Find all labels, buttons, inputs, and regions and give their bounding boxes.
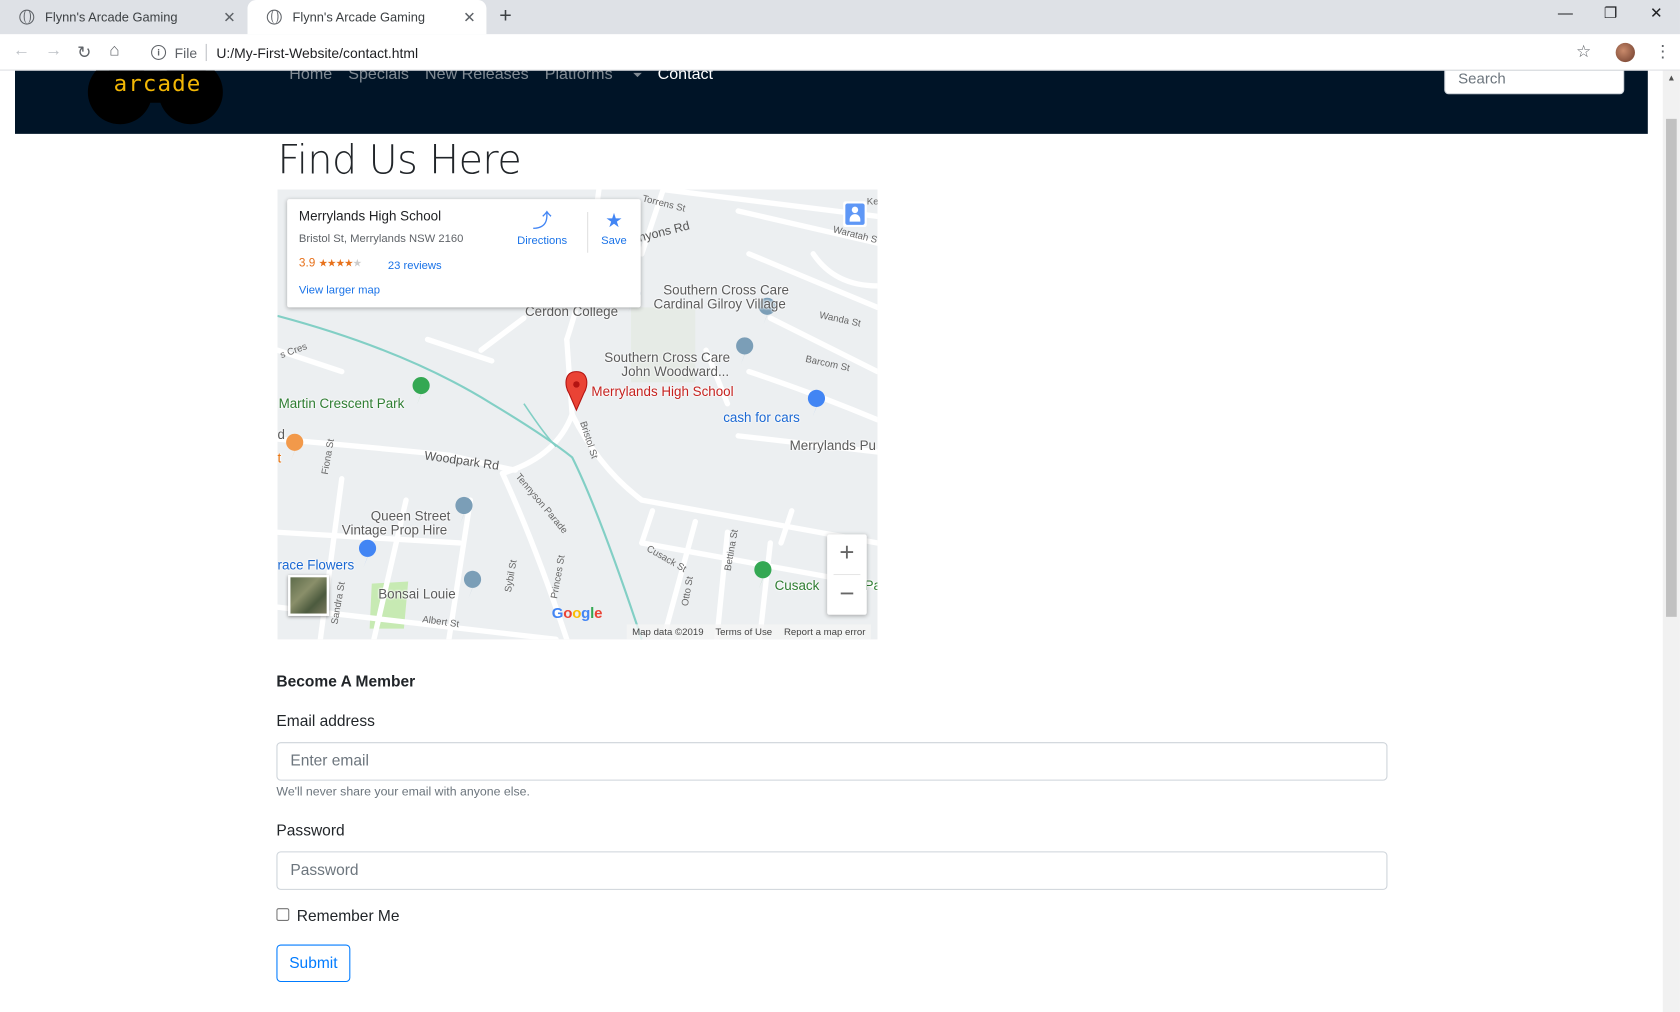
map-label-cars: cash for cars bbox=[723, 410, 800, 426]
report-error-link[interactable]: Report a map error bbox=[784, 626, 865, 637]
email-help-text: We'll never share your email with anyone… bbox=[276, 786, 530, 799]
page-title: Find Us Here bbox=[277, 137, 522, 184]
scroll-thumb[interactable] bbox=[1666, 118, 1677, 617]
site-logo[interactable]: arcade bbox=[87, 70, 225, 127]
page-viewport: arcade Home Specials New Releases Platfo… bbox=[0, 70, 1663, 1012]
caret-down-icon bbox=[632, 72, 642, 78]
nav-link-specials[interactable]: Specials bbox=[348, 71, 409, 84]
password-label: Password bbox=[276, 822, 345, 840]
email-field[interactable]: Enter email bbox=[276, 742, 1388, 781]
url-separator bbox=[205, 43, 207, 62]
close-tab-icon[interactable]: ✕ bbox=[223, 9, 236, 26]
street-ke: Ke bbox=[866, 195, 878, 207]
browser-tab-1[interactable]: Flynn's Arcade Gaming ✕ bbox=[0, 0, 246, 34]
nav-link-new-releases[interactable]: New Releases bbox=[425, 71, 529, 84]
nav-link-label: Platforms bbox=[544, 70, 613, 84]
map-label-t: t bbox=[277, 450, 282, 466]
email-label: Email address bbox=[276, 713, 375, 731]
nav-link-platforms[interactable]: Platforms bbox=[545, 71, 642, 84]
zoom-out-button[interactable]: − bbox=[827, 575, 867, 615]
zoom-in-button[interactable]: + bbox=[827, 534, 867, 574]
place-name: Merrylands High School bbox=[298, 208, 442, 224]
map-label-flowers: race Flowers bbox=[277, 557, 355, 573]
save-button[interactable]: ★ Save bbox=[596, 210, 632, 247]
map-label-school: Merrylands High School bbox=[591, 384, 734, 400]
nav-links: Home Specials New Releases Platforms Con… bbox=[289, 71, 729, 84]
directions-label: Directions bbox=[517, 234, 568, 248]
remember-me-checkbox[interactable] bbox=[276, 908, 290, 921]
nav-link-home[interactable]: Home bbox=[289, 71, 332, 84]
profile-avatar[interactable] bbox=[1615, 42, 1635, 63]
directions-button[interactable]: ⤴ Directions bbox=[514, 210, 570, 247]
bookmark-star-icon[interactable]: ☆ bbox=[1576, 41, 1591, 62]
map-data-text: Map data ©2019 bbox=[632, 626, 704, 638]
logo-text: arcade bbox=[113, 70, 202, 97]
rating-value: 3.9 bbox=[298, 257, 316, 270]
remember-me-label[interactable]: Remember Me bbox=[297, 908, 400, 925]
map-label-bonsai: Bonsai Louie bbox=[378, 586, 456, 602]
view-larger-map-link[interactable]: View larger map bbox=[299, 284, 380, 297]
globe-icon bbox=[266, 9, 282, 25]
form-heading: Become A Member bbox=[276, 673, 416, 691]
window-close-icon[interactable]: ✕ bbox=[1650, 4, 1663, 22]
map-label-southern2a: Southern Cross Care bbox=[604, 350, 731, 366]
tab-title: Flynn's Arcade Gaming bbox=[44, 9, 178, 25]
card-divider bbox=[587, 212, 589, 253]
map-attribution: Map data ©2019 Terms of Use Report a map… bbox=[626, 624, 871, 640]
url-scheme-label: File bbox=[174, 44, 198, 61]
tab-bar: Flynn's Arcade Gaming ✕ Flynn's Arcade G… bbox=[0, 0, 1680, 35]
map-label-southern2b: John Woodward... bbox=[621, 364, 730, 380]
info-icon[interactable]: i bbox=[151, 44, 167, 60]
reload-icon[interactable]: ↻ bbox=[77, 42, 91, 63]
back-icon[interactable]: ← bbox=[13, 42, 30, 61]
menu-kebab-icon[interactable]: ⋮ bbox=[1654, 41, 1671, 62]
password-field[interactable]: Password bbox=[276, 851, 1388, 890]
minimize-icon[interactable]: — bbox=[1558, 4, 1573, 21]
map-label-cusack: Cusack bbox=[774, 578, 820, 594]
street-view-pegman-icon[interactable] bbox=[843, 201, 867, 228]
rating-stars-icon: ★★★★★ bbox=[318, 258, 363, 270]
map-label-queen-b: Vintage Prop Hire bbox=[341, 522, 448, 538]
scroll-up-icon[interactable]: ▲ bbox=[1667, 73, 1675, 83]
place-rating: 3.9 ★★★★★ bbox=[298, 257, 363, 270]
satellite-toggle[interactable] bbox=[288, 575, 329, 616]
globe-icon bbox=[19, 9, 35, 25]
google-logo: Google bbox=[551, 603, 603, 622]
home-icon[interactable]: ⌂ bbox=[109, 42, 119, 61]
star-icon: ★ bbox=[605, 209, 623, 232]
map-label-merrylands: Merrylands Pu bbox=[789, 437, 876, 453]
place-address: Bristol St, Merrylands NSW 2160 bbox=[298, 232, 464, 246]
browser-tab-2[interactable]: Flynn's Arcade Gaming ✕ bbox=[247, 0, 487, 35]
url-text[interactable]: U:/My-First-Website/contact.html bbox=[216, 44, 418, 60]
zoom-controls: + − bbox=[827, 534, 867, 615]
site-search-input[interactable]: Search bbox=[1444, 70, 1625, 95]
map-label-southern1a: Southern Cross Care bbox=[663, 282, 790, 298]
map-label-d: d bbox=[277, 427, 285, 443]
nav-link-contact[interactable]: Contact bbox=[658, 71, 713, 84]
tab-title: Flynn's Arcade Gaming bbox=[292, 9, 426, 25]
save-label: Save bbox=[601, 234, 627, 248]
directions-icon: ⤴ bbox=[532, 209, 552, 232]
map-label-southern1b: Cardinal Gilroy Village bbox=[653, 296, 786, 312]
new-tab-icon[interactable]: + bbox=[499, 5, 512, 26]
omnibox[interactable]: i File U:/My-First-Website/contact.html bbox=[142, 40, 418, 66]
close-tab-icon[interactable]: ✕ bbox=[463, 9, 476, 26]
reviews-link[interactable]: 23 reviews bbox=[388, 259, 442, 272]
browser-window: Flynn's Arcade Gaming ✕ Flynn's Arcade G… bbox=[0, 0, 1680, 1012]
place-info-card: Merrylands High School Bristol St, Merry… bbox=[287, 199, 641, 308]
forward-icon[interactable]: → bbox=[45, 42, 62, 61]
map-label-park: Martin Crescent Park bbox=[278, 396, 405, 412]
terms-link[interactable]: Terms of Use bbox=[715, 626, 772, 637]
page-scrollbar[interactable]: ▲ bbox=[1662, 70, 1680, 1012]
map-label-queen-a: Queen Street bbox=[370, 508, 451, 524]
embedded-map[interactable]: Cerdon College Southern Cross Care Cardi… bbox=[277, 189, 878, 640]
submit-button[interactable]: Submit bbox=[276, 944, 351, 983]
site-navbar: arcade Home Specials New Releases Platfo… bbox=[14, 70, 1648, 134]
restore-icon[interactable]: ❐ bbox=[1604, 4, 1617, 22]
